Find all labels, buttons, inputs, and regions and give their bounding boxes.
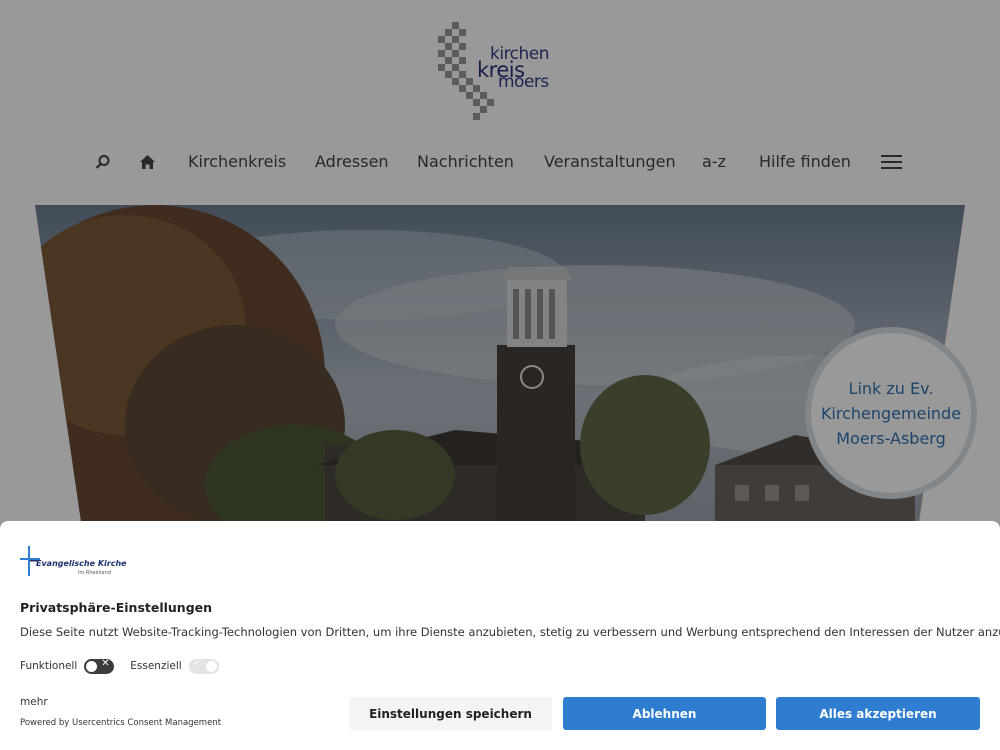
toggle-label-funktionell: Funktionell (20, 660, 78, 672)
toggle-essenziell: ✓ (188, 658, 219, 674)
more-link[interactable]: mehr (20, 696, 48, 708)
ekir-logo-text: Evangelische Kirche (36, 559, 127, 568)
toggle-label-essenziell: Essenziell (130, 660, 182, 672)
toggle-knob (205, 660, 217, 672)
consent-description: Diese Seite nutzt Website-Tracking-Techn… (20, 625, 1000, 639)
toggle-funktionell[interactable]: ✕ (84, 657, 115, 674)
save-settings-button[interactable]: Einstellungen speichern (349, 697, 552, 730)
close-icon: ✕ (101, 657, 110, 669)
checkmark-icon: ✓ (192, 658, 201, 669)
cookie-consent-banner: Evangelische Kirche im Rheinland Privats… (0, 521, 1000, 750)
accept-all-button[interactable]: Alles akzeptieren (776, 697, 980, 730)
ekir-logo: Evangelische Kirche im Rheinland (20, 546, 130, 578)
consent-title: Privatsphäre-Einstellungen (20, 600, 213, 615)
powered-by-text: Powered by Usercentrics Consent Manageme… (20, 718, 222, 728)
deny-button[interactable]: Ablehnen (563, 697, 766, 730)
toggle-knob (86, 660, 98, 672)
ekir-logo-subtext: im Rheinland (78, 570, 111, 576)
consent-toggles: Funktionell ✕ Essenziell ✓ (20, 657, 235, 675)
